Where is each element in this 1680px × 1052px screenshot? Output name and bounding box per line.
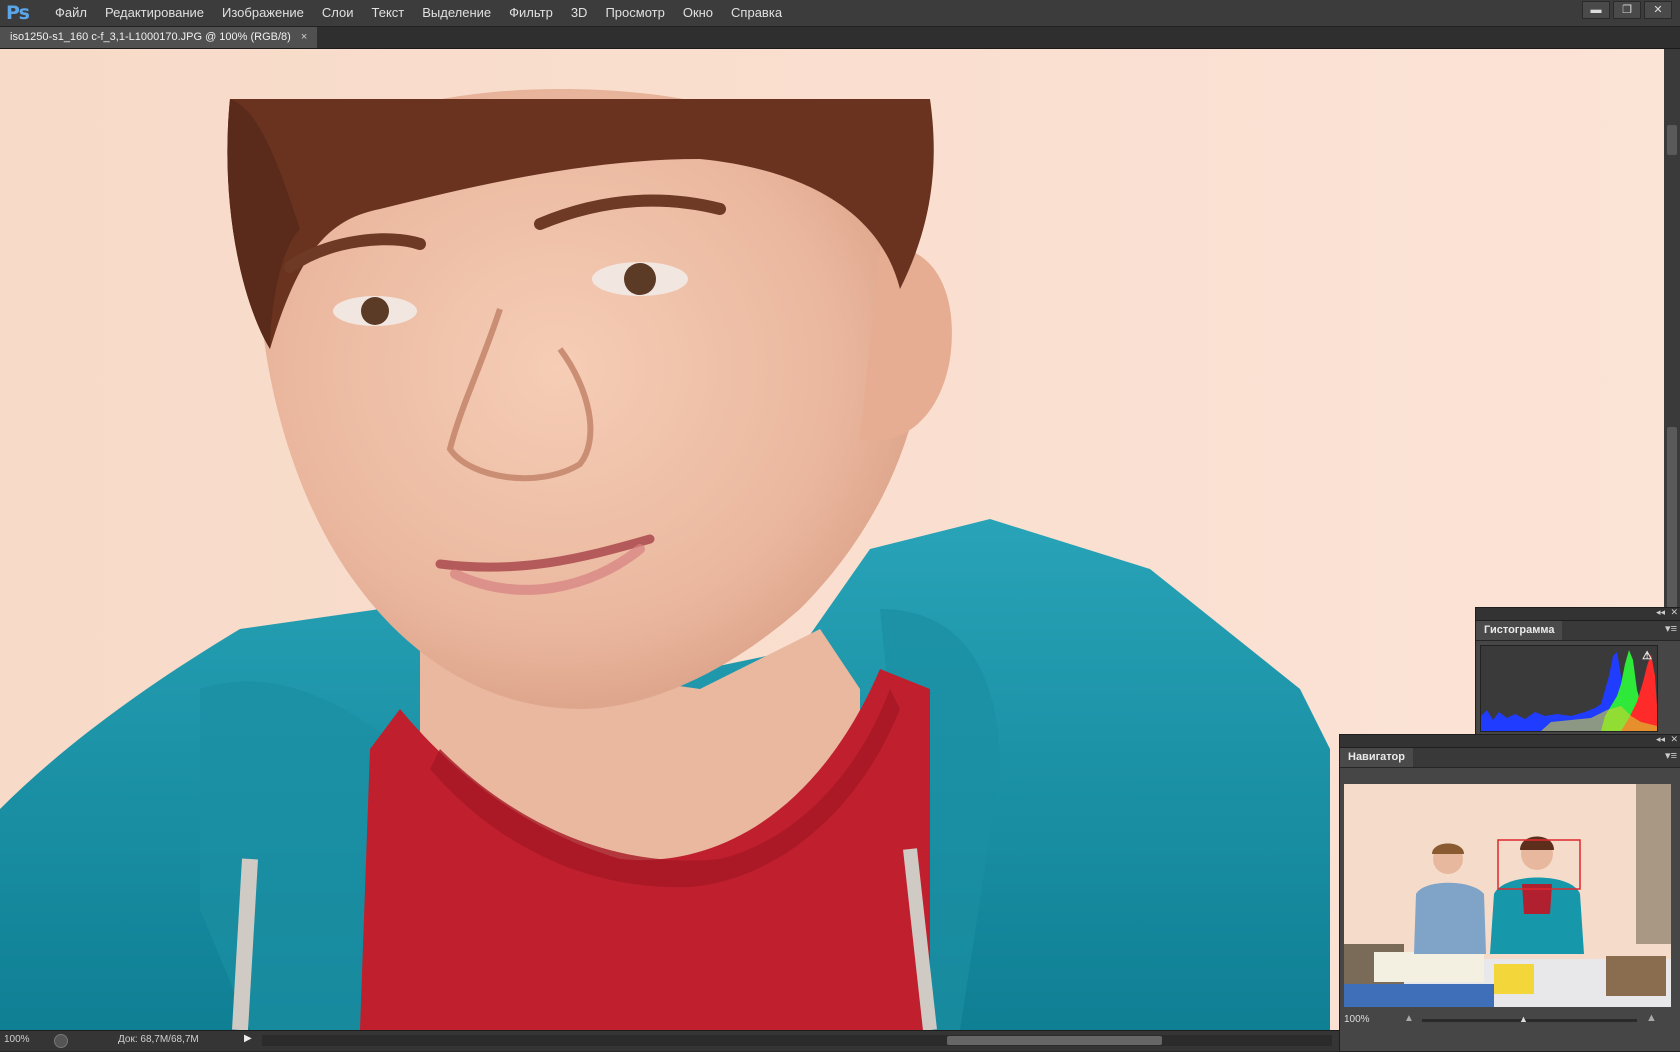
- zoom-slider-thumb[interactable]: ▲: [1519, 1014, 1528, 1024]
- cache-warning-icon[interactable]: ⚠: [1641, 650, 1653, 662]
- navigator-panel-strip: ◂◂ ✕: [1340, 734, 1680, 748]
- menu-items: Файл Редактирование Изображение Слои Тек…: [46, 0, 791, 26]
- menu-3d[interactable]: 3D: [562, 0, 597, 26]
- tab-histogram[interactable]: Гистограмма: [1476, 621, 1563, 640]
- navigator-thumbnail: [1344, 784, 1671, 1007]
- navigator-preview[interactable]: [1344, 784, 1671, 1007]
- menu-window[interactable]: Окно: [674, 0, 722, 26]
- navigator-footer: 100% ▲ ▲ ▲: [1340, 1011, 1675, 1031]
- menu-image[interactable]: Изображение: [213, 0, 313, 26]
- close-panel-icon[interactable]: ✕: [1670, 607, 1678, 618]
- window-controls: ▬ ❐ ✕: [1582, 1, 1672, 19]
- tab-navigator[interactable]: Навигатор: [1340, 748, 1413, 767]
- histogram-svg: [1481, 650, 1657, 731]
- document-tab-bar: iso1250-s1_160 c-f_3,1-L1000170.JPG @ 10…: [0, 27, 1680, 49]
- horizontal-scroll-thumb[interactable]: [947, 1036, 1162, 1045]
- document-tab-title: iso1250-s1_160 c-f_3,1-L1000170.JPG @ 10…: [10, 31, 291, 43]
- histogram-graph: ⚠: [1480, 645, 1658, 732]
- zoom-in-icon[interactable]: ▲: [1646, 1012, 1657, 1024]
- zoom-out-icon[interactable]: ▲: [1404, 1013, 1414, 1024]
- zoom-level[interactable]: 100%: [4, 1034, 30, 1045]
- menu-layers[interactable]: Слои: [313, 0, 363, 26]
- menu-edit[interactable]: Редактирование: [96, 0, 213, 26]
- close-panel-icon[interactable]: ✕: [1670, 734, 1678, 745]
- menu-select[interactable]: Выделение: [413, 0, 500, 26]
- close-tab-icon[interactable]: ×: [301, 27, 307, 48]
- document-size: Док: 68,7M/68,7M: [118, 1034, 199, 1045]
- collapse-panel-icon[interactable]: ◂◂: [1656, 607, 1665, 618]
- menu-file[interactable]: Файл: [46, 0, 96, 26]
- navigator-panel: ◂◂ ✕ Навигатор ▾≡ 100% ▲ ▲ ▲: [1339, 734, 1680, 1052]
- document-tab[interactable]: iso1250-s1_160 c-f_3,1-L1000170.JPG @ 10…: [0, 27, 318, 48]
- close-window-button[interactable]: ✕: [1644, 1, 1672, 19]
- navigator-zoom-value[interactable]: 100%: [1344, 1014, 1370, 1025]
- menu-bar: Ps Файл Редактирование Изображение Слои …: [0, 0, 1680, 27]
- panel-menu-icon[interactable]: ▾≡: [1665, 622, 1677, 635]
- minimize-button[interactable]: ▬: [1582, 1, 1610, 19]
- profile-icon[interactable]: [54, 1034, 68, 1048]
- status-bar: 100% Док: 68,7M/68,7M ▶: [0, 1030, 1340, 1051]
- vertical-scroll-up-region[interactable]: [1667, 125, 1677, 155]
- status-menu-arrow-icon[interactable]: ▶: [244, 1033, 252, 1044]
- navigator-tab-row: Навигатор ▾≡: [1340, 748, 1680, 768]
- histogram-tab-row: Гистограмма ▾≡: [1476, 621, 1680, 641]
- menu-filter[interactable]: Фильтр: [500, 0, 562, 26]
- photoshop-logo-icon: Ps: [6, 2, 30, 24]
- restore-button[interactable]: ❐: [1613, 1, 1641, 19]
- collapse-panel-icon[interactable]: ◂◂: [1656, 734, 1665, 745]
- menu-view[interactable]: Просмотр: [596, 0, 673, 26]
- zoom-slider[interactable]: [1422, 1019, 1637, 1022]
- menu-text[interactable]: Текст: [363, 0, 414, 26]
- histogram-panel: ◂◂ ✕ Гистограмма ▾≡ ⚠: [1475, 607, 1680, 737]
- histogram-panel-strip: ◂◂ ✕: [1476, 607, 1680, 621]
- horizontal-scrollbar[interactable]: [262, 1035, 1332, 1046]
- panel-menu-icon[interactable]: ▾≡: [1665, 749, 1677, 762]
- menu-help[interactable]: Справка: [722, 0, 791, 26]
